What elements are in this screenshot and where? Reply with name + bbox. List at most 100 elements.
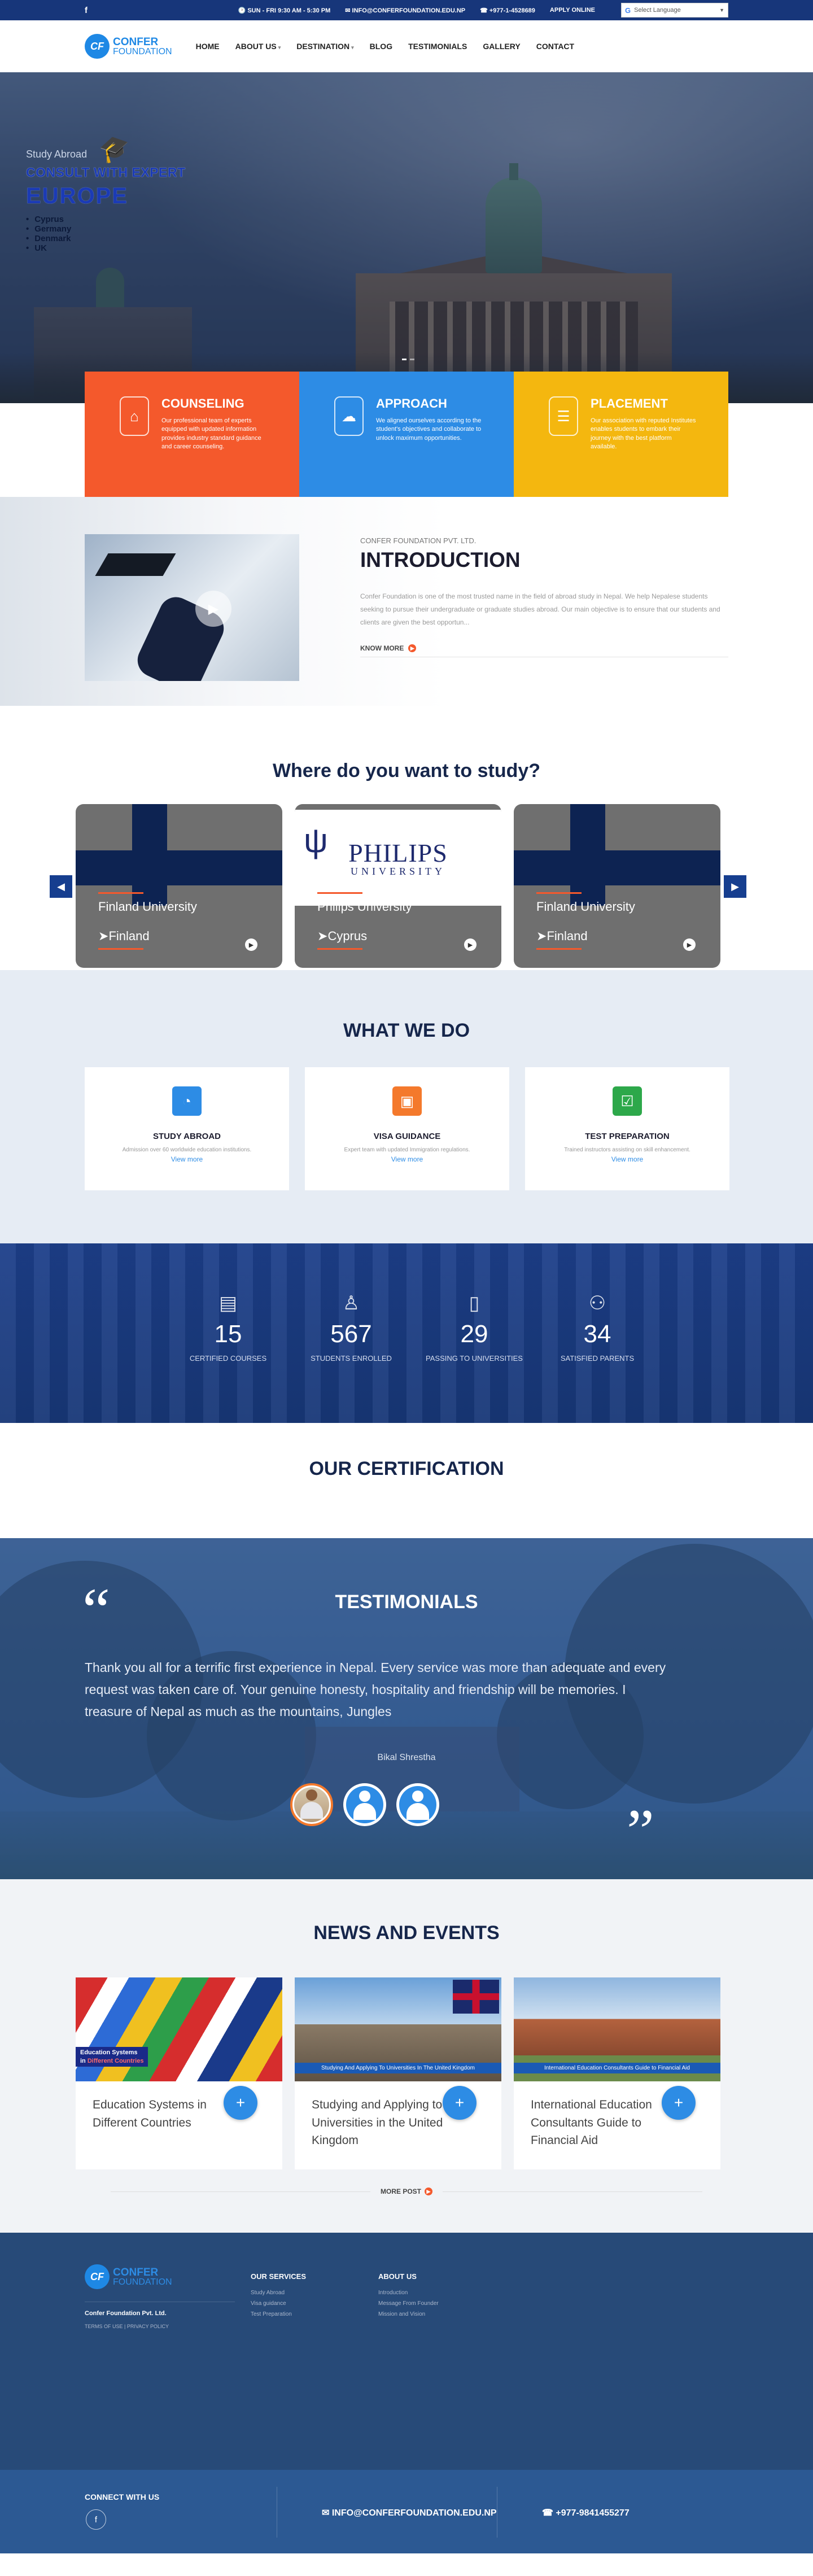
university-card[interactable]: ψ PHILIPS UNIVERSITY Philips University … bbox=[295, 804, 501, 968]
avatar[interactable] bbox=[290, 1783, 333, 1826]
university-card[interactable]: Finland University ➤Finland ▶ bbox=[76, 804, 282, 968]
site-footer: CF CONFER FOUNDATION Confer Foundation P… bbox=[0, 2233, 813, 2470]
card-text: Admission over 60 worldwide education in… bbox=[122, 1147, 252, 1153]
footer-link[interactable]: Test Preparation bbox=[251, 2309, 306, 2320]
play-icon[interactable]: ▶ bbox=[195, 591, 231, 627]
testimonial-quote: Thank you all for a terrific first exper… bbox=[85, 1660, 666, 1719]
card-text: Trained instructors assisting on skill e… bbox=[564, 1147, 690, 1153]
footer-link[interactable]: Mission and Vision bbox=[378, 2309, 439, 2320]
news-card[interactable]: Studying And Applying To Universities In… bbox=[295, 1977, 501, 2169]
footer-link[interactable]: Visa guidance bbox=[251, 2298, 306, 2309]
avatar[interactable] bbox=[343, 1783, 386, 1826]
document-icon: ☰ bbox=[549, 396, 578, 436]
intro-video-thumbnail[interactable]: ▶ bbox=[85, 534, 299, 681]
news-image-caption: International Education Consultants Guid… bbox=[514, 2063, 720, 2073]
nav-about[interactable]: ABOUT US ▾ bbox=[235, 42, 281, 51]
top-bar: f 🕑 SUN - FRI 9:30 AM - 5:30 PM ✉ INFO@C… bbox=[0, 0, 813, 20]
slider-dot[interactable] bbox=[402, 359, 406, 360]
hero-country: Denmark bbox=[26, 234, 186, 243]
arrow-right-icon[interactable]: ▶ bbox=[464, 938, 477, 951]
service-placement[interactable]: ☰ PLACEMENT Our association with reputed… bbox=[514, 372, 728, 497]
card-title: VISA GUIDANCE bbox=[373, 1132, 441, 1141]
view-more-link[interactable]: View more bbox=[305, 1155, 509, 1163]
destinations-section: Where do you want to study? ◀ Finland Un… bbox=[0, 706, 813, 970]
stat-label: PASSING TO UNIVERSITIES bbox=[426, 1354, 523, 1363]
quote-close-icon: ” bbox=[627, 1797, 654, 1866]
stats-section: ▤ 15 CERTIFIED COURSES ♙ 567 STUDENTS EN… bbox=[0, 1243, 813, 1423]
university-country: ➤Finland bbox=[98, 929, 150, 943]
hero-country: UK bbox=[26, 243, 186, 253]
nav-home[interactable]: HOME bbox=[196, 42, 220, 51]
know-more-link[interactable]: KNOW MORE ▶ bbox=[360, 644, 728, 658]
news-image-caption: Studying And Applying To Universities In… bbox=[295, 2063, 501, 2073]
what-we-do-title: WHAT WE DO bbox=[343, 1020, 470, 1041]
email-link[interactable]: ✉ INFO@CONFERFOUNDATION.EDU.NP bbox=[345, 7, 465, 14]
logo-mark: CF bbox=[85, 2264, 110, 2289]
card-title: STUDY ABROAD bbox=[152, 1132, 221, 1141]
testimonial-avatars bbox=[290, 1783, 439, 1826]
news-image: Education Systems in Different Countries bbox=[76, 1977, 282, 2081]
hero-title: CONSULT WITH EXPERT bbox=[26, 165, 186, 180]
nav-testimonials[interactable]: TESTIMONIALS bbox=[408, 42, 467, 51]
more-post-link[interactable]: MORE POST ▶ bbox=[0, 2188, 813, 2195]
hours-text: 🕑 SUN - FRI 9:30 AM - 5:30 PM bbox=[238, 7, 331, 14]
avatar[interactable] bbox=[396, 1783, 439, 1826]
certification-section: OUR CERTIFICATION bbox=[0, 1423, 813, 1538]
news-image-caption: Education Systems in Different Countries bbox=[76, 2047, 148, 2067]
news-card[interactable]: Education Systems in Different Countries … bbox=[76, 1977, 282, 2169]
stat-item: ⚇ 34 SATISFIED PARENTS bbox=[536, 1292, 659, 1363]
service-text: We aligned ourselves according to the st… bbox=[376, 417, 482, 442]
language-select[interactable]: G Select Language ▼ bbox=[621, 3, 728, 18]
nav-blog[interactable]: BLOG bbox=[370, 42, 392, 51]
university-name: Philips University bbox=[317, 900, 412, 914]
apply-online-link[interactable]: APPLY ONLINE bbox=[550, 7, 595, 14]
arrow-right-icon[interactable]: ▶ bbox=[683, 938, 696, 951]
footer-phone[interactable]: ☎ +977-9841455277 bbox=[542, 2507, 630, 2518]
view-more-link[interactable]: View more bbox=[525, 1155, 729, 1163]
google-icon: G bbox=[625, 6, 631, 15]
footer-about-title: ABOUT US bbox=[378, 2272, 417, 2281]
footer-contact-bar: CONNECT WITH US f ✉ INFO@CONFERFOUNDATIO… bbox=[0, 2470, 813, 2553]
facebook-icon[interactable]: f bbox=[85, 6, 88, 15]
stat-item: ♙ 567 STUDENTS ENROLLED bbox=[290, 1292, 413, 1363]
news-title: NEWS AND EVENTS bbox=[313, 1922, 500, 1944]
card-text: Expert team with updated Immigration reg… bbox=[344, 1147, 470, 1153]
nav-destination[interactable]: DESTINATION ▾ bbox=[296, 42, 353, 51]
logo-line1: CONFER bbox=[113, 36, 159, 48]
slider-dot[interactable] bbox=[410, 359, 414, 360]
footer-link[interactable]: Message From Founder bbox=[378, 2298, 439, 2309]
university-card[interactable]: Finland University ➤Finland ▶ bbox=[514, 804, 720, 968]
carousel-prev-button[interactable]: ◀ bbox=[50, 875, 72, 898]
intro-title: INTRODUCTION bbox=[360, 548, 521, 571]
service-counseling[interactable]: ⌂ COUNSELING Our professional team of ex… bbox=[85, 372, 299, 497]
service-approach[interactable]: ☁ APPROACH We aligned ourselves accordin… bbox=[299, 372, 514, 497]
footer-logo[interactable]: CF CONFER FOUNDATION bbox=[85, 2264, 235, 2289]
stat-label: STUDENTS ENROLLED bbox=[311, 1354, 392, 1363]
destinations-title: Where do you want to study? bbox=[272, 760, 541, 781]
language-select-value: Select Language bbox=[634, 7, 681, 14]
checklist-icon: ☑ bbox=[613, 1086, 642, 1116]
university-country: ➤Cyprus bbox=[317, 929, 368, 943]
logo-line2: FOUNDATION bbox=[113, 2277, 172, 2287]
service-text: Our association with reputed Institutes … bbox=[591, 417, 696, 451]
card-title: TEST PREPARATION bbox=[585, 1132, 670, 1141]
nav-gallery[interactable]: GALLERY bbox=[483, 42, 520, 51]
terms-privacy-links[interactable]: TERMS OF USE | PRIVACY POLICY bbox=[85, 2324, 235, 2329]
news-image: Studying And Applying To Universities In… bbox=[295, 1977, 501, 2081]
parents-icon: ⚇ bbox=[588, 1293, 606, 1314]
phone-link[interactable]: ☎ +977-1-4528689 bbox=[480, 7, 535, 14]
stat-item: ▯ 29 PASSING TO UNIVERSITIES bbox=[413, 1292, 536, 1363]
news-card[interactable]: International Education Consultants Guid… bbox=[514, 1977, 720, 2169]
facebook-icon[interactable]: f bbox=[86, 2509, 106, 2530]
arrow-right-icon[interactable]: ▶ bbox=[245, 938, 257, 951]
slider-dots bbox=[402, 359, 414, 360]
nav-contact[interactable]: CONTACT bbox=[536, 42, 574, 51]
news-section: NEWS AND EVENTS Education Systems in Diff… bbox=[0, 1879, 813, 2233]
footer-link[interactable]: Study Abroad bbox=[251, 2287, 306, 2298]
carousel-next-button[interactable]: ▶ bbox=[724, 875, 746, 898]
footer-link[interactable]: Introduction bbox=[378, 2287, 439, 2298]
view-more-link[interactable]: View more bbox=[85, 1155, 289, 1163]
site-logo[interactable]: CF CONFER FOUNDATION bbox=[85, 34, 172, 59]
news-card-title: International Education Consultants Guid… bbox=[531, 2098, 652, 2147]
footer-email[interactable]: ✉ INFO@CONFERFOUNDATION.EDU.NP bbox=[322, 2507, 497, 2518]
